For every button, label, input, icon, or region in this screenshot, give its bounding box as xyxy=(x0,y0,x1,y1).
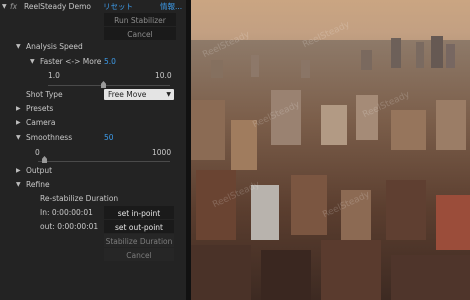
analysis-speed-slider-track[interactable] xyxy=(48,85,170,86)
building xyxy=(386,180,426,240)
about-link[interactable]: 情報... xyxy=(160,0,182,13)
building xyxy=(446,44,455,68)
building xyxy=(416,42,424,68)
building xyxy=(231,120,257,170)
out-point-timecode: out: 0:00:00:01 xyxy=(40,222,99,231)
stabilize-duration-button[interactable]: Stabilize Duration xyxy=(104,234,174,247)
collapse-triangle-icon[interactable]: ▼ xyxy=(16,131,21,144)
faster-more-label: Faster <-> More xyxy=(40,57,102,66)
building xyxy=(261,250,311,300)
building xyxy=(321,105,347,145)
collapse-triangle-icon[interactable]: ▼ xyxy=(30,55,35,68)
smoothness-value[interactable]: 50 xyxy=(104,131,114,144)
building xyxy=(191,100,225,160)
composition-viewer[interactable]: ReelSteady ReelSteady ReelSteady ReelSte… xyxy=(191,0,470,300)
set-in-point-button[interactable]: set in-point xyxy=(104,206,174,219)
presets-label: Presets xyxy=(26,104,54,113)
shot-type-label: Shot Type xyxy=(26,90,63,99)
output-group[interactable]: ▶ Output xyxy=(0,164,186,177)
analysis-speed-slider-handle[interactable] xyxy=(101,81,106,88)
run-stabilizer-button[interactable]: Run Stabilizer xyxy=(104,13,176,26)
effect-header[interactable]: ▼ fx ReelSteady Demo リセット 情報... xyxy=(0,0,186,13)
analysis-speed-label: Analysis Speed xyxy=(26,42,83,51)
slider-max-label: 10.0 xyxy=(155,71,172,80)
shot-type-selected: Free Move xyxy=(108,90,147,99)
restabilize-row: Re-stabilize Duration xyxy=(0,192,186,205)
building xyxy=(251,185,279,240)
restabilize-label: Re-stabilize Duration xyxy=(40,194,119,203)
building xyxy=(301,60,310,78)
faster-more-row: ▼ Faster <-> More 5.0 xyxy=(0,55,186,68)
reset-link[interactable]: リセット xyxy=(103,0,133,13)
expand-triangle-icon[interactable]: ▶ xyxy=(16,116,21,129)
expand-triangle-icon[interactable]: ▶ xyxy=(16,102,21,115)
camera-label: Camera xyxy=(26,118,56,127)
building xyxy=(436,100,466,150)
refine-group[interactable]: ▼ Refine xyxy=(0,178,186,191)
analysis-speed-value[interactable]: 5.0 xyxy=(104,55,116,68)
chevron-down-icon: ▼ xyxy=(166,91,171,98)
presets-group[interactable]: ▶ Presets xyxy=(0,102,186,115)
camera-group[interactable]: ▶ Camera xyxy=(0,116,186,129)
building xyxy=(391,38,401,68)
building xyxy=(211,60,223,78)
output-label: Output xyxy=(26,166,53,175)
building xyxy=(391,255,470,300)
building xyxy=(321,240,381,300)
slider-max-label: 1000 xyxy=(152,148,172,157)
effect-name: ReelSteady Demo xyxy=(24,2,91,11)
building xyxy=(436,195,470,250)
refine-label: Refine xyxy=(26,180,50,189)
expand-triangle-icon[interactable]: ▶ xyxy=(16,164,21,177)
effect-controls-panel: ▼ fx ReelSteady Demo リセット 情報... Run Stab… xyxy=(0,0,186,300)
fx-badge[interactable]: fx xyxy=(10,0,17,13)
smoothness-row[interactable]: ▼ Smoothness 50 xyxy=(0,131,186,144)
shot-type-dropdown[interactable]: Free Move ▼ xyxy=(104,89,174,100)
in-point-timecode: In: 0:00:00:01 xyxy=(40,208,93,217)
cancel-duration-button[interactable]: Cancel xyxy=(104,248,174,261)
collapse-triangle-icon[interactable]: ▼ xyxy=(16,178,21,191)
slider-min-label: 0 xyxy=(35,148,40,157)
analysis-speed-group[interactable]: ▼ Analysis Speed xyxy=(0,40,186,53)
cancel-button[interactable]: Cancel xyxy=(104,27,176,40)
building xyxy=(361,50,372,70)
analysis-speed-range: 1.0 10.0 xyxy=(0,69,186,82)
building xyxy=(431,36,443,68)
building xyxy=(251,55,259,77)
smoothness-range: 0 1000 xyxy=(0,146,186,159)
building xyxy=(291,175,327,235)
building xyxy=(191,245,251,300)
slider-min-label: 1.0 xyxy=(48,71,60,80)
building xyxy=(391,110,426,150)
collapse-triangle-icon[interactable]: ▼ xyxy=(16,40,21,53)
smoothness-label: Smoothness xyxy=(26,133,73,142)
collapse-triangle-icon[interactable]: ▼ xyxy=(2,0,7,13)
smoothness-slider-track[interactable] xyxy=(38,161,170,162)
set-out-point-button[interactable]: set out-point xyxy=(104,220,174,233)
